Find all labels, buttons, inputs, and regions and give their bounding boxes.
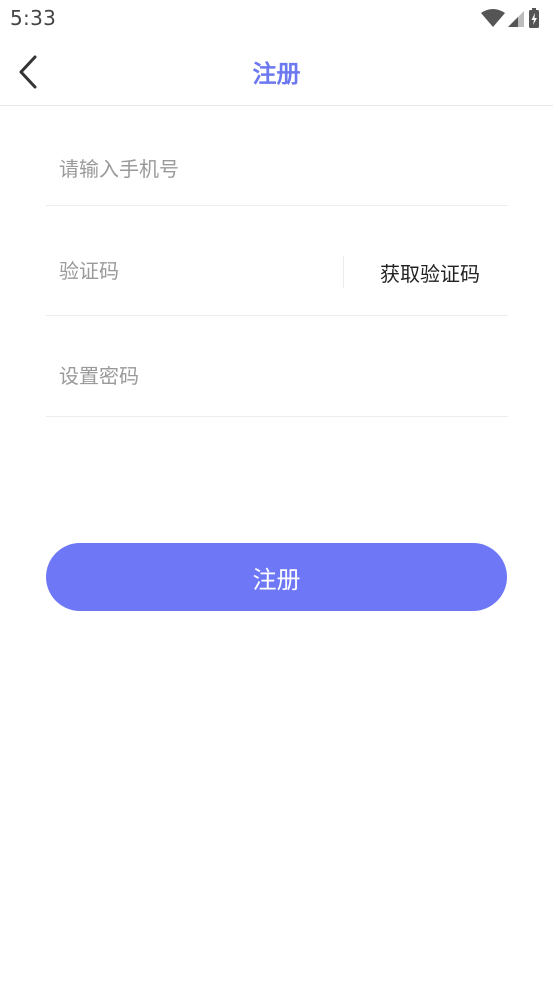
phone-field-row xyxy=(46,106,508,206)
page-title: 注册 xyxy=(252,60,301,88)
verification-code-input[interactable] xyxy=(59,251,329,291)
code-divider xyxy=(343,256,344,288)
cell-signal-icon xyxy=(508,11,524,27)
status-icons-svg xyxy=(481,8,539,28)
password-input[interactable] xyxy=(59,356,329,396)
register-button-label: 注册 xyxy=(252,565,301,594)
wifi-icon xyxy=(481,9,505,27)
status-icons xyxy=(479,6,545,32)
register-button[interactable]: 注册 xyxy=(46,543,507,611)
get-code-button[interactable]: 获取验证码 xyxy=(380,258,480,287)
code-field-row: 获取验证码 xyxy=(46,206,508,316)
status-bar: 5:33 xyxy=(0,0,553,38)
battery-charging-icon xyxy=(529,8,539,28)
password-field-row xyxy=(46,316,508,417)
register-form: 获取验证码 xyxy=(46,106,508,417)
phone-input[interactable] xyxy=(59,149,329,189)
navbar: 注册 xyxy=(0,38,553,106)
status-time: 5:33 xyxy=(10,6,57,30)
